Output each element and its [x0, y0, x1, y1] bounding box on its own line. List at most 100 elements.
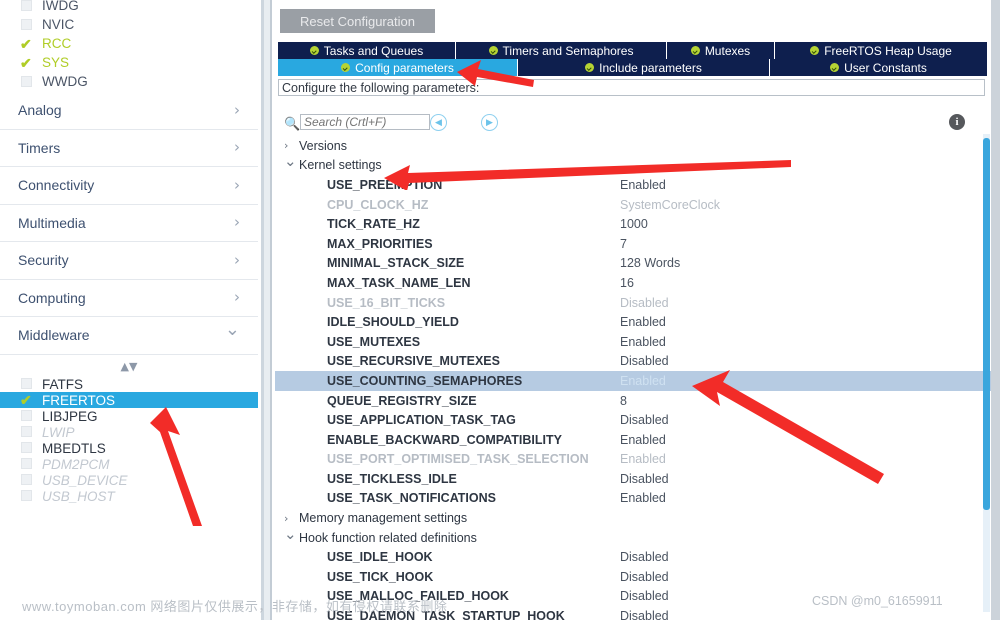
check-icon[interactable]: ✔	[20, 393, 36, 407]
sidebar-category-middleware[interactable]: Middleware ⌄	[0, 317, 258, 355]
tab-user-constants[interactable]: User Constants	[770, 59, 987, 76]
chevron-right-icon[interactable]: ›	[234, 102, 240, 118]
peripheral-item-nvic[interactable]: NVIC	[0, 15, 258, 34]
tree-group-hook-function-related-definitions[interactable]: ⌄ Hook function related definitions	[275, 525, 1000, 548]
chevron-right-icon[interactable]: ›	[284, 512, 299, 525]
peripheral-item-wwdg[interactable]: WWDG	[0, 72, 258, 91]
chevron-right-icon[interactable]: ›	[284, 139, 299, 152]
middleware-item-pdm2pcm[interactable]: PDM2PCM	[0, 456, 258, 472]
parameter-value[interactable]: 16	[620, 276, 634, 290]
parameter-row[interactable]: USE_PREEMPTION Enabled	[275, 175, 1000, 195]
chevron-right-icon[interactable]: ›	[234, 177, 240, 193]
tab-tasks-and-queues[interactable]: Tasks and Queues	[278, 42, 456, 59]
parameter-row[interactable]: MAX_TASK_NAME_LEN 16	[275, 273, 1000, 293]
sidebar-category-timers[interactable]: Timers ›	[0, 130, 258, 167]
parameter-row[interactable]: CPU_CLOCK_HZ SystemCoreClock	[275, 195, 1000, 215]
parameter-row[interactable]: USE_APPLICATION_TASK_TAG Disabled	[275, 410, 1000, 430]
parameter-value[interactable]: Enabled	[620, 491, 666, 505]
vertical-scrollbar-thumb[interactable]	[983, 138, 990, 510]
tab-include-parameters[interactable]: Include parameters	[518, 59, 770, 76]
search-input[interactable]	[300, 114, 430, 130]
chevron-right-icon[interactable]: ›	[234, 215, 240, 230]
check-icon[interactable]: ✔	[20, 37, 36, 51]
sidebar-category-computing[interactable]: Computing ›	[0, 280, 258, 317]
middleware-item-usb_host[interactable]: USB_HOST	[0, 488, 258, 504]
checkbox-icon[interactable]	[20, 442, 36, 454]
parameter-row[interactable]: USE_MUTEXES Enabled	[275, 332, 1000, 352]
checkbox-icon[interactable]	[20, 410, 36, 422]
checkbox-icon[interactable]	[20, 490, 36, 502]
sidebar-category-analog[interactable]: Analog ›	[0, 92, 258, 130]
middleware-item-mbedtls[interactable]: MBEDTLS	[0, 440, 258, 456]
parameter-row[interactable]: MINIMAL_STACK_SIZE 128 Words	[275, 254, 1000, 274]
parameter-row[interactable]: USE_TASK_NOTIFICATIONS Enabled	[275, 489, 1000, 509]
tree-group-kernel-settings[interactable]: ⌄ Kernel settings	[275, 152, 1000, 176]
parameter-value[interactable]: Enabled	[620, 452, 666, 466]
checkbox-icon[interactable]	[20, 0, 36, 12]
parameter-row[interactable]: IDLE_SHOULD_YIELD Enabled	[275, 312, 1000, 332]
parameter-row[interactable]: TICK_RATE_HZ 1000	[275, 214, 1000, 234]
peripheral-item-iwdg[interactable]: IWDG	[0, 0, 258, 15]
parameter-value[interactable]: 8	[620, 394, 627, 408]
parameter-value[interactable]: Enabled	[620, 335, 666, 349]
peripheral-item-rcc[interactable]: ✔ RCC	[0, 34, 258, 53]
middleware-item-lwip[interactable]: LWIP	[0, 424, 258, 440]
sidebar-category-multimedia[interactable]: Multimedia ›	[0, 205, 258, 242]
checkbox-icon[interactable]	[20, 474, 36, 486]
parameter-row[interactable]: QUEUE_REGISTRY_SIZE 8	[275, 391, 1000, 411]
checkbox-icon[interactable]	[20, 75, 36, 88]
parameter-value[interactable]: Disabled	[620, 609, 669, 620]
parameter-value[interactable]: Enabled	[620, 374, 666, 388]
checkbox-icon[interactable]	[20, 426, 36, 438]
parameter-row[interactable]: USE_PORT_OPTIMISED_TASK_SELECTION Enabled	[275, 450, 1000, 470]
parameter-value[interactable]: Enabled	[620, 315, 666, 329]
chevron-down-icon[interactable]: ⌄	[284, 525, 299, 543]
tab-config-parameters[interactable]: Config parameters	[278, 59, 518, 76]
chevron-right-icon[interactable]: ›	[234, 140, 240, 155]
parameter-value[interactable]: 128 Words	[620, 256, 680, 270]
parameter-value[interactable]: SystemCoreClock	[620, 198, 720, 212]
tree-group-memory-management-settings[interactable]: › Memory management settings	[275, 508, 1000, 528]
chevron-down-icon[interactable]: ⌄	[284, 152, 299, 170]
parameter-value[interactable]: Enabled	[620, 433, 666, 447]
parameter-row[interactable]: MAX_PRIORITIES 7	[275, 234, 1000, 254]
middleware-item-fatfs[interactable]: FATFS	[0, 376, 258, 392]
reset-configuration-button[interactable]: Reset Configuration	[280, 9, 435, 33]
chevron-right-icon[interactable]: ›	[234, 290, 240, 305]
parameter-row[interactable]: USE_RECURSIVE_MUTEXES Disabled	[275, 352, 1000, 372]
panel-divider[interactable]	[258, 0, 275, 620]
info-icon[interactable]: i	[949, 114, 965, 130]
parameter-row[interactable]: USE_TICK_HOOK Disabled	[275, 567, 1000, 587]
parameter-value[interactable]: Enabled	[620, 178, 666, 192]
splitter-handle[interactable]: ▲▼	[0, 358, 258, 376]
tree-group-versions[interactable]: › Versions	[275, 136, 1000, 156]
parameter-row[interactable]: USE_TICKLESS_IDLE Disabled	[275, 469, 1000, 489]
parameter-value[interactable]: Disabled	[620, 413, 669, 427]
parameter-value[interactable]: Disabled	[620, 354, 669, 368]
parameter-value[interactable]: Disabled	[620, 296, 669, 310]
chevron-right-circle-icon[interactable]: ▶	[481, 114, 498, 131]
tab-timers-and-semaphores[interactable]: Timers and Semaphores	[456, 42, 667, 59]
parameter-row[interactable]: USE_COUNTING_SEMAPHORES Enabled	[275, 371, 1000, 391]
parameter-value[interactable]: Disabled	[620, 550, 669, 564]
middleware-item-usb_device[interactable]: USB_DEVICE	[0, 472, 258, 488]
checkbox-icon[interactable]	[20, 378, 36, 390]
parameter-row[interactable]: USE_16_BIT_TICKS Disabled	[275, 293, 1000, 313]
parameter-value[interactable]: Disabled	[620, 589, 669, 603]
sidebar-category-security[interactable]: Security ›	[0, 242, 258, 280]
checkbox-icon[interactable]	[20, 458, 36, 470]
sidebar-category-connectivity[interactable]: Connectivity ›	[0, 167, 258, 205]
check-icon[interactable]: ✔	[20, 56, 36, 70]
parameter-value[interactable]: 1000	[620, 217, 648, 231]
parameter-value[interactable]: Disabled	[620, 472, 669, 486]
chevron-left-circle-icon[interactable]: ◀	[430, 114, 447, 131]
tab-freertos-heap-usage[interactable]: FreeRTOS Heap Usage	[775, 42, 987, 59]
middleware-item-libjpeg[interactable]: LIBJPEG	[0, 408, 258, 424]
checkbox-icon[interactable]	[20, 18, 36, 31]
peripheral-item-sys[interactable]: ✔ SYS	[0, 53, 258, 72]
chevron-down-icon[interactable]: ⌄	[225, 321, 240, 339]
parameter-row[interactable]: ENABLE_BACKWARD_COMPATIBILITY Enabled	[275, 430, 1000, 450]
parameter-value[interactable]: Disabled	[620, 570, 669, 584]
parameter-value[interactable]: 7	[620, 237, 627, 251]
tab-mutexes[interactable]: Mutexes	[667, 42, 775, 59]
